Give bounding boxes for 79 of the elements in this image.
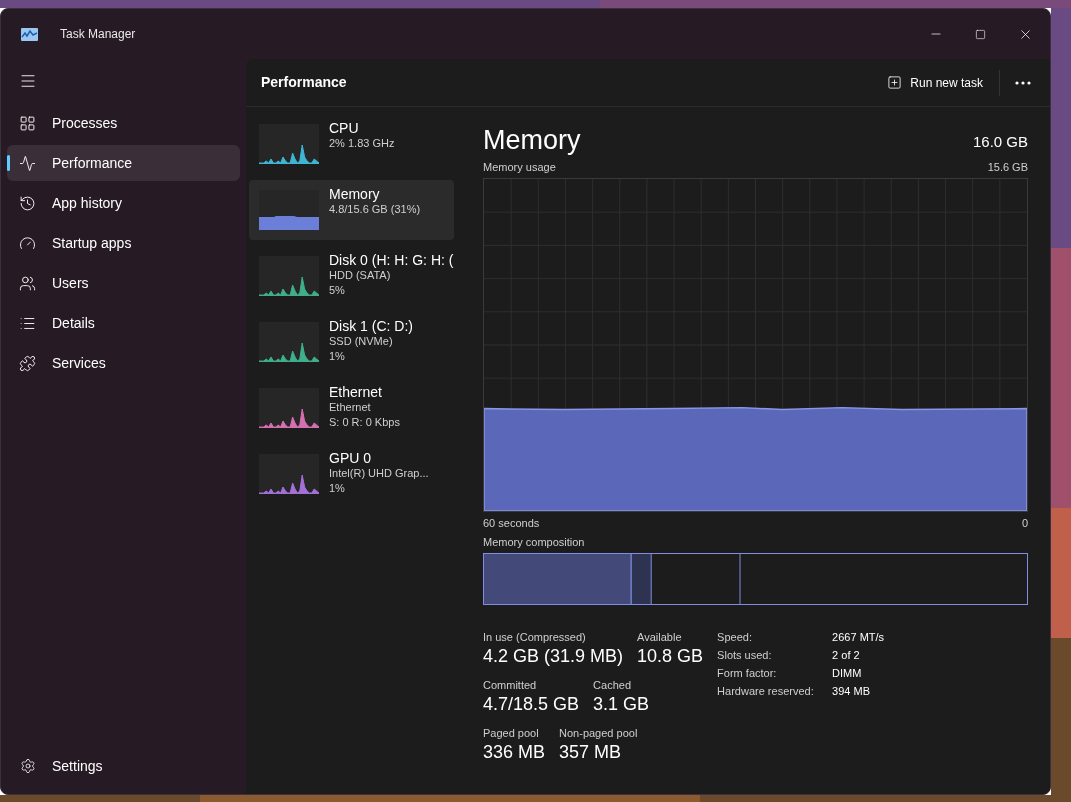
device-name: GPU 0 <box>329 450 372 466</box>
device-item[interactable]: CPU 2% 1.83 GHz <box>249 114 454 174</box>
sidebar-item[interactable]: App history <box>7 185 240 221</box>
spec-value: 2667 MT/s <box>832 629 885 645</box>
stat-value: 3.1 GB <box>593 692 650 716</box>
stat-label: In use (Compressed) <box>483 629 587 644</box>
usage-sparkline <box>259 322 319 362</box>
pulse-icon <box>19 154 36 172</box>
stat-value: 4.2 GB (31.9 MB) <box>483 644 624 668</box>
device-detail: 2% 1.83 GHz <box>329 136 395 151</box>
spec-label: Hardware reserved: <box>717 683 815 699</box>
sidebar-item[interactable]: Services <box>7 345 240 381</box>
sidebar-item[interactable]: Users <box>7 265 240 301</box>
device-detail: 1% <box>329 481 346 496</box>
puzzle-icon <box>19 354 36 372</box>
usage-sparkline <box>259 124 319 164</box>
stat-label: Non-paged pool <box>559 725 638 740</box>
sidebar-item[interactable]: Startup apps <box>7 225 240 261</box>
selection-indicator <box>7 155 10 171</box>
settings-icon <box>20 758 36 774</box>
device-name: Disk 0 (H: H: G: H: ( <box>329 252 454 268</box>
stat-label: Committed <box>483 677 538 692</box>
app-icon <box>21 27 38 41</box>
maximize-icon <box>975 28 986 40</box>
spec-value: DIMM <box>832 665 863 681</box>
graph-max: 15.6 GB <box>987 160 1028 175</box>
device-item[interactable]: Disk 1 (C: D:) SSD (NVMe) 1% <box>249 312 454 372</box>
device-name: Ethernet <box>329 384 383 400</box>
device-item[interactable]: Memory 4.8/15.6 GB (31%) <box>249 180 454 240</box>
more-icon <box>1015 80 1031 85</box>
gauge-icon <box>19 234 36 252</box>
detail-title: Memory <box>483 124 581 156</box>
stat-value: 4.7/18.5 GB <box>483 692 580 716</box>
sidebar-item[interactable]: Performance <box>7 145 240 181</box>
device-detail: 1% <box>329 349 346 364</box>
device-detail: 4.8/15.6 GB (31%) <box>329 202 421 217</box>
grid-icon <box>19 114 36 132</box>
usage-sparkline <box>259 388 319 428</box>
sidebar-item[interactable]: Processes <box>7 105 240 141</box>
spec-label: Slots used: <box>717 647 773 663</box>
spec-value: 2 of 2 <box>832 647 861 663</box>
run-new-task-button[interactable]: Run new task <box>879 67 991 98</box>
spec-label: Speed: <box>717 629 753 645</box>
axis-start-label: 60 seconds <box>483 515 540 531</box>
spec-label: Form factor: <box>717 665 778 681</box>
device-detail: Intel(R) UHD Grap... <box>329 466 429 481</box>
axis-end-label: 0 <box>1021 515 1028 531</box>
composition-label: Memory composition <box>483 535 586 550</box>
users-icon <box>19 274 36 292</box>
device-name: Memory <box>329 186 381 202</box>
stat-value: 357 MB <box>559 740 623 764</box>
page-title: Performance <box>261 73 347 92</box>
device-name: CPU <box>329 120 360 136</box>
sidebar-item[interactable]: Details <box>7 305 240 341</box>
usage-sparkline <box>259 454 319 494</box>
history-icon <box>19 194 36 212</box>
device-item[interactable]: Disk 0 (H: H: G: H: ( HDD (SATA) 5% <box>249 246 454 306</box>
usage-sparkline <box>259 190 319 230</box>
stat-label: Cached <box>593 677 632 692</box>
menu-icon <box>19 72 37 90</box>
device-detail: Ethernet <box>329 400 372 415</box>
spec-value: 394 MB <box>832 683 872 699</box>
stat-label: Paged pool <box>483 725 540 740</box>
device-name: Disk 1 (C: D:) <box>329 318 413 334</box>
settings-button[interactable]: Settings <box>7 748 240 784</box>
stat-value: 336 MB <box>483 740 546 764</box>
window-title: Task Manager <box>60 26 136 43</box>
device-detail: 5% <box>329 283 346 298</box>
device-detail: S: 0 R: 0 Kbps <box>329 415 400 430</box>
device-detail: HDD (SATA) <box>329 268 392 283</box>
stat-value: 10.8 GB <box>637 644 704 668</box>
usage-sparkline <box>259 256 319 296</box>
device-detail: SSD (NVMe) <box>329 334 394 349</box>
stat-label: Available <box>637 629 683 644</box>
total-memory: 16.0 GB <box>972 131 1028 152</box>
new-task-icon <box>887 75 903 90</box>
graph-label: Memory usage <box>483 160 556 175</box>
device-item[interactable]: Ethernet Ethernet S: 0 R: 0 Kbps <box>249 378 454 438</box>
device-item[interactable]: GPU 0 Intel(R) UHD Grap... 1% <box>249 444 454 504</box>
